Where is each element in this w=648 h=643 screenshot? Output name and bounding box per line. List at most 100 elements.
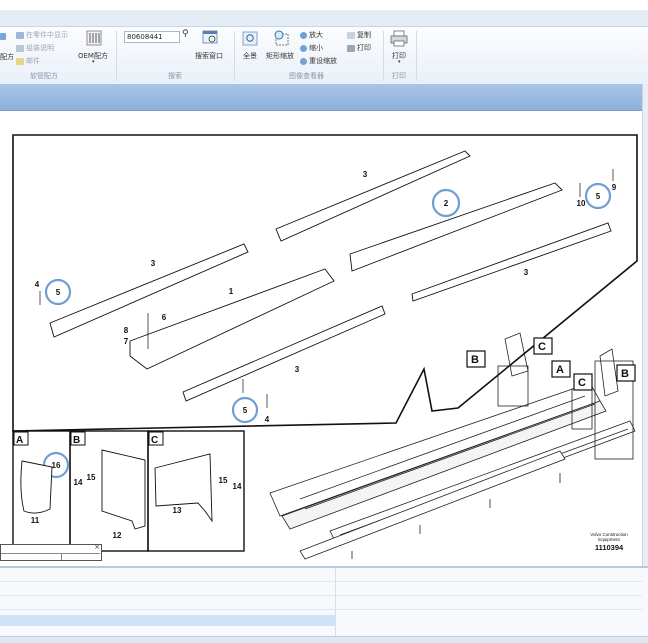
ribbon-separator xyxy=(383,31,384,81)
callout-3-lower: 3 xyxy=(295,365,300,374)
ribbon-separator xyxy=(234,31,235,81)
zoom-out-button[interactable]: 缩小 xyxy=(300,43,323,53)
callout-4-lower: 4 xyxy=(265,415,270,424)
reset-zoom-button[interactable]: 重设缩放 xyxy=(300,56,337,66)
show-in-parts-button[interactable]: 在零件中显示 xyxy=(16,30,68,40)
callout-11: 11 xyxy=(31,516,40,525)
list-row[interactable] xyxy=(0,568,642,582)
callout-3-top: 3 xyxy=(363,170,368,179)
ribbon: 配方 在零件中显示 组装说明 邮件 软管配方 OEM配方 ▾ 80608441 … xyxy=(0,27,648,85)
zoom-in-label: 放大 xyxy=(309,31,323,39)
overview-letter-c2: C xyxy=(578,377,586,389)
callout-15-b: 15 xyxy=(87,473,96,482)
document-tab-band xyxy=(0,84,648,111)
callout-8: 8 xyxy=(124,326,129,335)
overview-letter-a: A xyxy=(556,364,564,376)
overview-letter-c: C xyxy=(538,341,546,353)
detail-letter-a: A xyxy=(16,435,23,446)
floating-panel[interactable]: × xyxy=(0,543,102,561)
brand-line-2: Equipment xyxy=(598,537,620,542)
search-input[interactable]: 80608441 xyxy=(124,31,180,43)
detail-letter-c: C xyxy=(151,435,158,446)
callout-14-b: 14 xyxy=(74,478,83,487)
oem-dropdown-icon[interactable]: ▾ xyxy=(92,59,95,65)
copy-icon xyxy=(347,31,355,39)
oem-icon xyxy=(85,30,103,46)
mail-button[interactable]: 邮件 xyxy=(16,56,40,66)
reset-zoom-label: 重设缩放 xyxy=(309,57,337,65)
callout-16: 16 xyxy=(52,461,61,470)
overview-letter-b: B xyxy=(471,354,479,366)
zoom-out-icon xyxy=(300,44,307,52)
group-label-print: 打印 xyxy=(392,72,406,80)
full-view-button[interactable]: 全景 xyxy=(243,51,257,61)
detail-letter-b: B xyxy=(73,435,80,446)
ribbon-partial-recipe[interactable]: 配方 xyxy=(0,52,14,62)
print-small-label: 打印 xyxy=(357,44,371,52)
selected-list-row[interactable] xyxy=(0,615,335,626)
mud-flap-11 xyxy=(20,460,53,514)
callout-6: 6 xyxy=(162,313,167,322)
callout-10: 10 xyxy=(577,199,586,208)
plate-12 xyxy=(101,449,146,530)
callout-9: 9 xyxy=(612,183,617,192)
vertical-scrollbar[interactable] xyxy=(642,84,648,566)
zoom-out-label: 缩小 xyxy=(309,44,323,52)
copy-label: 复制 xyxy=(357,31,371,39)
print-big-icon xyxy=(390,30,408,47)
plate-13 xyxy=(154,453,213,523)
show-in-parts-label: 在零件中显示 xyxy=(26,31,68,39)
printer-icon xyxy=(347,44,355,52)
callout-2: 2 xyxy=(444,199,449,208)
group-label-search: 搜索 xyxy=(168,72,182,80)
copy-button[interactable]: 复制 xyxy=(347,30,371,40)
parts-icon xyxy=(16,31,24,39)
mail-label: 邮件 xyxy=(26,57,40,65)
callout-15-c: 15 xyxy=(219,476,228,485)
group-label-viewer: 图像查看器 xyxy=(289,72,324,80)
print-small-button[interactable]: 打印 xyxy=(347,43,371,53)
full-view-icon xyxy=(242,31,258,47)
overview-letter-b2: B xyxy=(621,368,629,380)
group-label-softpipe: 软管配方 xyxy=(30,72,58,80)
callout-5-right: 5 xyxy=(596,192,601,201)
info-icon xyxy=(16,44,24,52)
exploded-parts-diagram: 1 2 3 3 3 3 4 4 5 5 5 6 7 8 9 10 11 12 1… xyxy=(12,134,638,560)
zoom-in-icon xyxy=(300,31,307,39)
machine-overview xyxy=(269,332,636,560)
parts-list-panel xyxy=(0,566,648,643)
ribbon-partial-top[interactable] xyxy=(0,32,8,40)
binoculars-icon[interactable]: ⚲ xyxy=(182,29,189,39)
rect-zoom-icon xyxy=(272,29,290,47)
search-window-icon xyxy=(202,29,218,45)
list-row[interactable] xyxy=(0,596,642,610)
mail-icon xyxy=(16,57,24,65)
callout-3-left: 3 xyxy=(151,259,156,268)
callout-5-lower: 5 xyxy=(243,406,248,415)
assembly-desc-button[interactable]: 组装说明 xyxy=(16,43,54,53)
search-window-button[interactable]: 搜索窗口 xyxy=(195,51,223,61)
callout-4-left: 4 xyxy=(35,280,40,289)
column-divider xyxy=(335,568,336,642)
callout-7: 7 xyxy=(124,337,129,346)
floating-panel-cell xyxy=(62,553,100,560)
zoom-in-button[interactable]: 放大 xyxy=(300,30,323,40)
ribbon-separator xyxy=(116,31,117,81)
ribbon-separator xyxy=(416,31,417,81)
doc-icon xyxy=(0,32,6,40)
callout-1: 1 xyxy=(229,287,234,296)
callout-3-right: 3 xyxy=(524,268,529,277)
drawing-number: 1110394 xyxy=(595,543,624,552)
close-icon[interactable]: × xyxy=(94,543,100,551)
callout-12: 12 xyxy=(113,531,122,540)
reset-zoom-icon xyxy=(300,57,307,65)
list-row[interactable] xyxy=(0,582,642,596)
print-dropdown-icon[interactable]: ▾ xyxy=(398,59,401,65)
diagram-viewer[interactable]: 1 2 3 3 3 3 4 4 5 5 5 6 7 8 9 10 11 12 1… xyxy=(0,111,642,566)
callout-5-left: 5 xyxy=(56,288,61,297)
ribbon-partial-recipe-label: 配方 xyxy=(0,53,14,61)
floating-panel-cell xyxy=(1,553,62,560)
title-bar xyxy=(0,10,648,27)
rect-zoom-button[interactable]: 矩形缩放 xyxy=(266,51,294,61)
callout-13: 13 xyxy=(173,506,182,515)
